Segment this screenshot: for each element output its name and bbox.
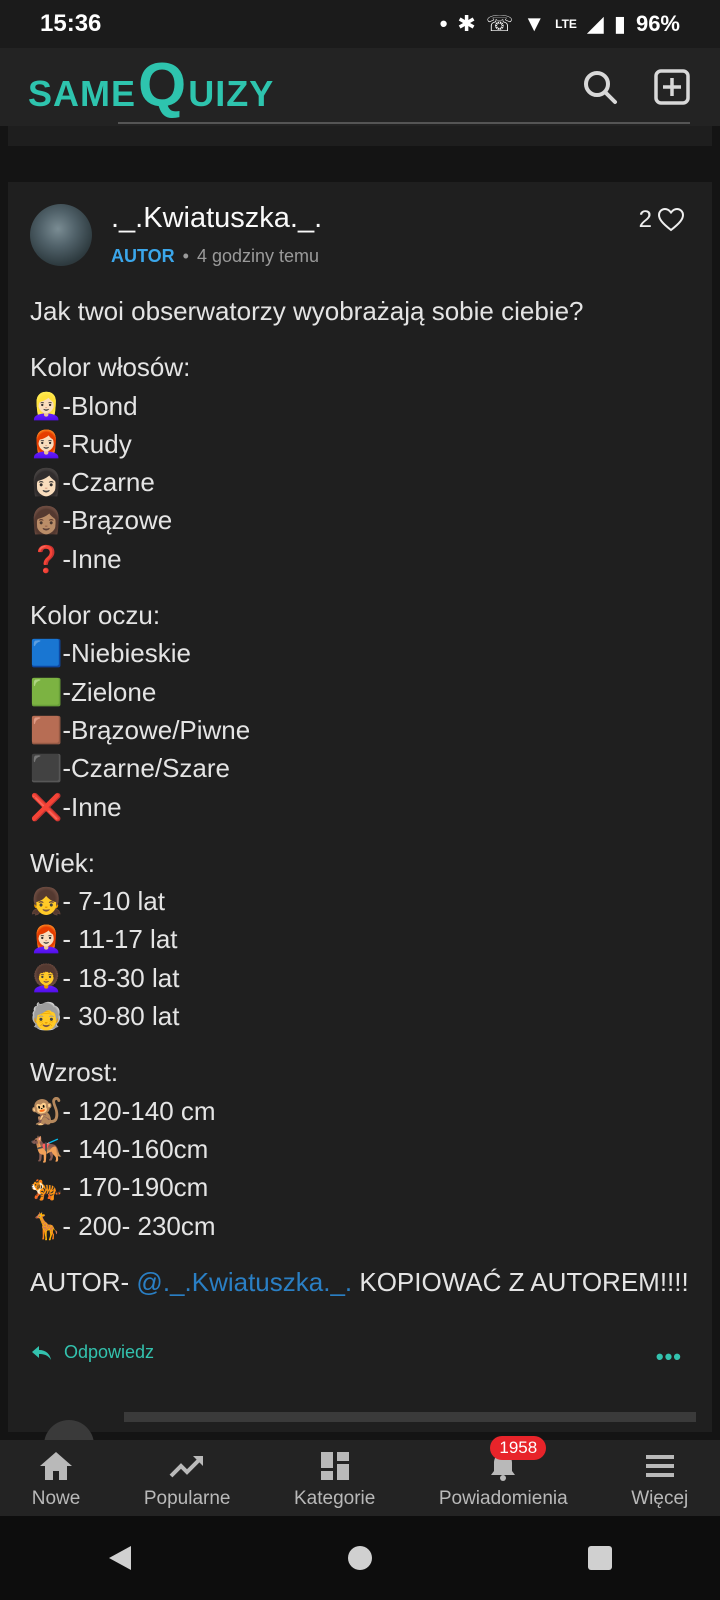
- tab-label: Kategorie: [293, 1488, 376, 1509]
- status-time: 15:36: [40, 10, 102, 37]
- eyes-option: ⬛-Czarne/Szare: [30, 753, 230, 784]
- author-badge: AUTOR: [111, 246, 175, 266]
- hair-option: ❓-Inne: [30, 543, 122, 574]
- tab-label: Powiadomienia: [438, 1488, 568, 1509]
- height-section: Wzrost: 🐒- 120-140 cm 🐕‍🦺- 140-160cm 🐅- …: [30, 1053, 690, 1244]
- hair-section: Kolor włosów: 👱🏻‍♀️-Blond 👩🏻‍🦰-Rudy 👩🏻-C…: [30, 348, 690, 578]
- back-icon[interactable]: [105, 1543, 135, 1573]
- eyes-option: 🟫-Brązowe/Piwne: [30, 714, 251, 745]
- next-comment-line: [124, 1412, 696, 1422]
- reply-label: Odpowiedz: [64, 1342, 155, 1362]
- wifi-icon: ▼: [523, 11, 546, 36]
- battery-level: 96%: [635, 11, 680, 36]
- post-time: 4 godziny temu: [196, 246, 320, 266]
- logo-uizy: UIZY: [188, 73, 275, 114]
- menu-icon: [645, 1455, 674, 1477]
- age-section: Wiek: 👧- 7-10 lat 👩🏻‍🦰- 11-17 lat 👩‍🦱- 1…: [30, 844, 690, 1035]
- hair-title: Kolor włosów:: [30, 352, 191, 383]
- footer-text: AUTOR- @._.Kwiatuszka._. KOPIOWAĆ Z AUTO…: [30, 1263, 690, 1301]
- age-option: 👩🏻‍🦰- 11-17 lat: [30, 924, 178, 955]
- search-button[interactable]: [578, 65, 622, 109]
- tab-powiadomienia[interactable]: 1958 Powiadomienia: [438, 1436, 568, 1516]
- reply-icon: [32, 1345, 51, 1360]
- post-meta: AUTOR • 4 godziny temu: [111, 246, 319, 267]
- comment-text: Jak twoi obserwatorzy wyobrażają sobie c…: [30, 292, 690, 1319]
- age-option: 👩‍🦱- 18-30 lat: [30, 962, 180, 993]
- grid-icon: [320, 1452, 349, 1480]
- next-comment-preview: [36, 1412, 696, 1450]
- tab-label: Nowe: [31, 1488, 81, 1509]
- reply-button[interactable]: Odpowiedz: [30, 1342, 154, 1363]
- phone-wifi-icon: ☏: [485, 11, 514, 36]
- status-icons: • ✱ ☏ ▼ LTE ◢ ▮ 96%: [440, 11, 680, 37]
- add-box-icon: [654, 69, 690, 105]
- height-option: 🐕‍🦺- 140-160cm: [30, 1133, 209, 1164]
- height-option: 🐒- 120-140 cm: [30, 1095, 216, 1126]
- app-bar: SAME Q UIZY: [0, 48, 720, 126]
- avatar[interactable]: [30, 204, 92, 266]
- heart-icon: [658, 208, 684, 232]
- add-quiz-button[interactable]: [650, 65, 694, 109]
- battery-icon: ▮: [613, 11, 626, 36]
- previous-card-divider: [118, 122, 690, 124]
- status-bar: 15:36 • ✱ ☏ ▼ LTE ◢ ▮ 96%: [0, 0, 720, 48]
- system-navigation-bar: [0, 1516, 720, 1600]
- eyes-option: ❌-Inne: [30, 791, 122, 822]
- like-button[interactable]: 2: [639, 206, 684, 234]
- trending-icon: [169, 1456, 204, 1478]
- eyes-title: Kolor oczu:: [30, 600, 161, 631]
- tab-popularne[interactable]: Popularne: [143, 1450, 231, 1516]
- tab-label: Popularne: [143, 1488, 231, 1509]
- like-count: 2: [638, 206, 652, 233]
- footer-prefix: AUTOR-: [30, 1266, 137, 1297]
- eyes-section: Kolor oczu: 🟦-Niebieskie 🟩-Zielone 🟫-Brą…: [30, 596, 690, 826]
- tab-label: Więcej: [631, 1488, 689, 1509]
- more-options-button[interactable]: •••: [656, 1344, 682, 1370]
- height-option: 🐅- 170-190cm: [30, 1172, 209, 1203]
- samequizy-logo[interactable]: SAME Q UIZY: [28, 51, 275, 120]
- previous-card-edge: [8, 126, 712, 146]
- lte-label: LTE: [555, 17, 577, 31]
- hair-option: 👩🏻-Czarne: [30, 467, 155, 498]
- age-option: 🧓- 30-80 lat: [30, 1001, 180, 1032]
- home-icon: [40, 1452, 73, 1480]
- hair-option: 👩🏽-Brązowe: [30, 505, 173, 536]
- author-mention-link[interactable]: @._.Kwiatuszka._.: [136, 1267, 352, 1297]
- logo-q: Q: [138, 51, 188, 120]
- height-option: 🦒- 200- 230cm: [30, 1210, 216, 1241]
- tab-nowe[interactable]: Nowe: [31, 1450, 81, 1516]
- eyes-option: 🟩-Zielone: [30, 676, 157, 707]
- notification-badge: 1958: [490, 1436, 547, 1460]
- age-title: Wiek:: [30, 847, 95, 878]
- question-text: Jak twoi obserwatorzy wyobrażają sobie c…: [30, 296, 584, 326]
- hair-option: 👩🏻‍🦰-Rudy: [30, 428, 132, 459]
- tab-wiecej[interactable]: Więcej: [631, 1450, 688, 1516]
- author-name[interactable]: ._.Kwiatuszka._.: [111, 202, 322, 235]
- hair-option: 👱🏻‍♀️-Blond: [30, 390, 138, 421]
- meta-separator: •: [182, 246, 189, 266]
- dot-icon: •: [439, 11, 448, 36]
- eyes-option: 🟦-Niebieskie: [30, 638, 191, 669]
- footer-suffix: KOPIOWAĆ Z AUTOREM!!!!: [352, 1266, 689, 1297]
- height-title: Wzrost:: [30, 1057, 119, 1088]
- signal-icon: ◢: [586, 11, 604, 36]
- logo-same: SAME: [28, 73, 137, 114]
- tab-kategorie[interactable]: Kategorie: [294, 1450, 375, 1516]
- search-icon: [584, 71, 617, 104]
- bottom-tab-bar: Nowe Popularne Kategorie 1958 Powiadomie…: [0, 1436, 720, 1516]
- bluetooth-icon: ✱: [457, 11, 476, 36]
- age-option: 👧- 7-10 lat: [30, 886, 165, 917]
- recents-icon[interactable]: [585, 1543, 615, 1573]
- comment-card: ._.Kwiatuszka._. AUTOR • 4 godziny temu …: [8, 182, 712, 1450]
- home-circle-icon[interactable]: [345, 1543, 375, 1573]
